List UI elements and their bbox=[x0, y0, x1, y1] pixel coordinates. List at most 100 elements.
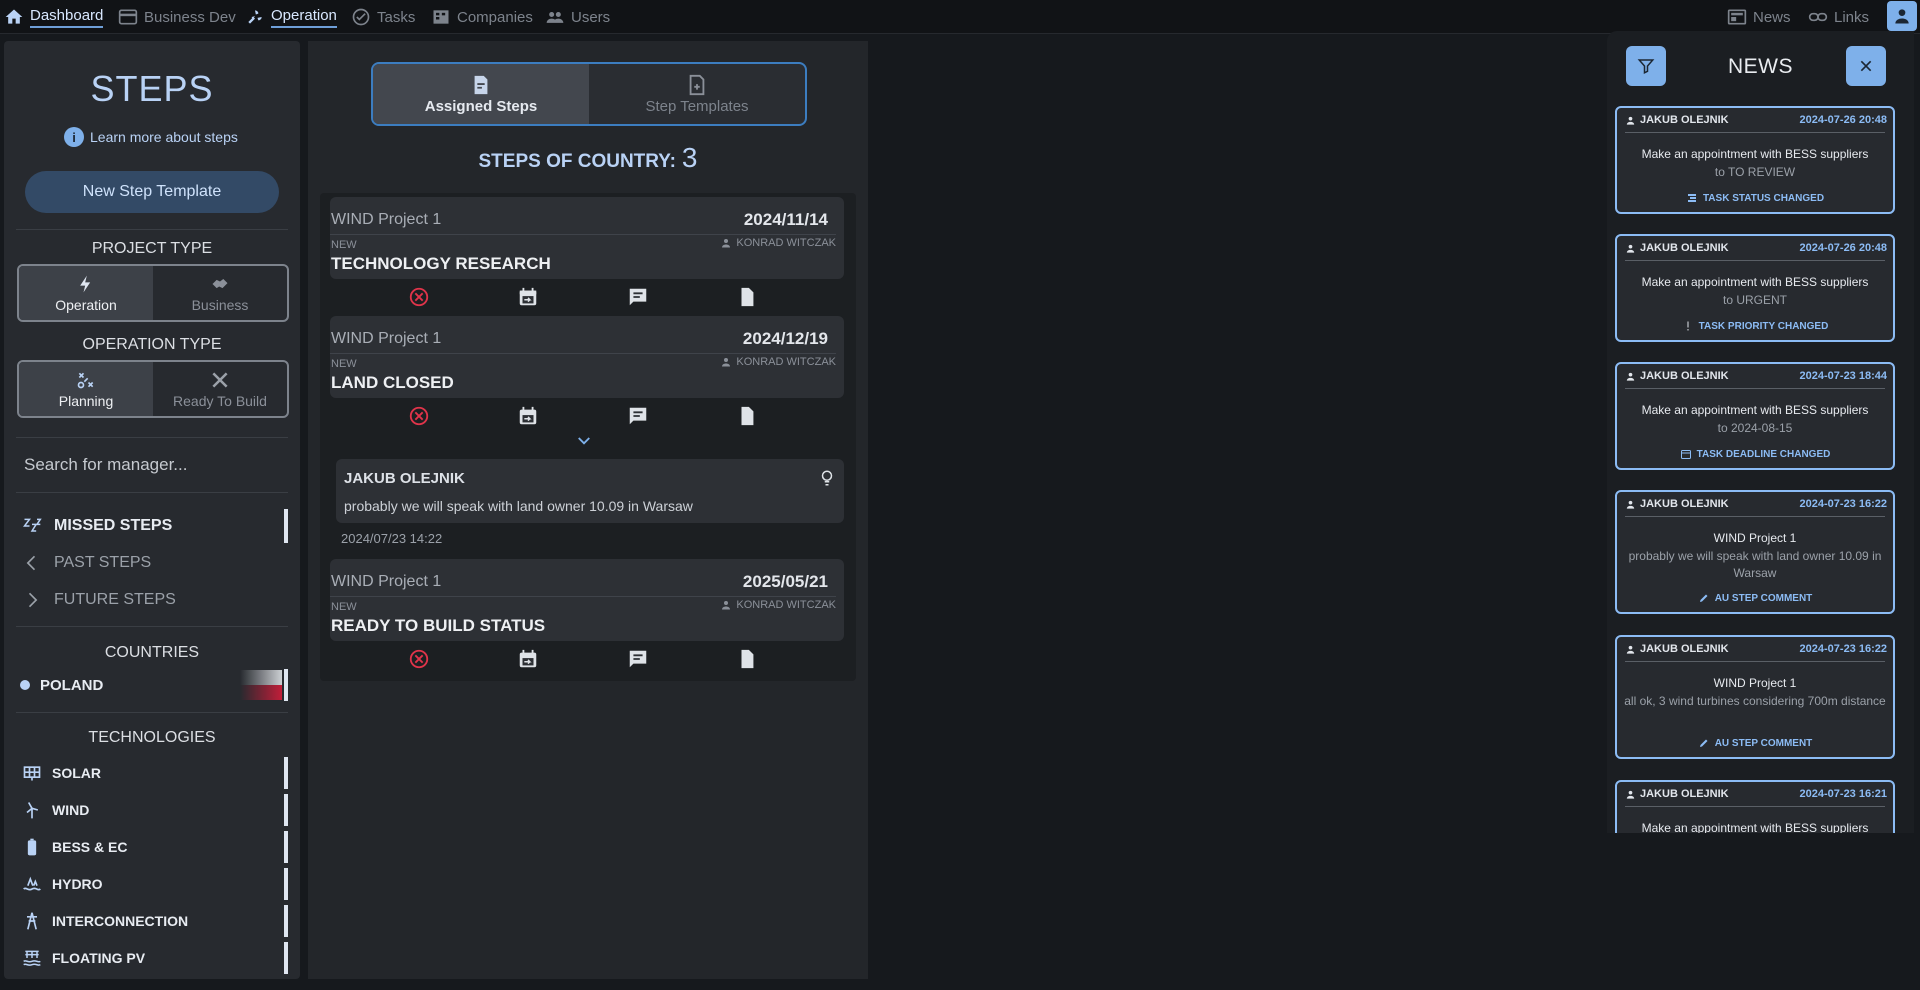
news-item[interactable]: JAKUB OLEJNIK 2024-07-23 16:21 Make an a… bbox=[1615, 780, 1895, 833]
step-date: 2025/05/21 bbox=[742, 572, 828, 591]
project-type-label: PROJECT TYPE bbox=[91, 240, 213, 257]
calendar-icon[interactable] bbox=[517, 286, 539, 308]
nav-tasks[interactable]: Tasks bbox=[351, 0, 415, 34]
news-item[interactable]: JAKUB OLEJNIK 2024-07-26 20:48 Make an a… bbox=[1615, 106, 1895, 214]
operation-type-planning[interactable]: Planning bbox=[19, 362, 153, 416]
handshake-icon bbox=[212, 278, 228, 288]
steps-tabs: Assigned Steps Step Templates bbox=[371, 62, 807, 126]
newspaper-icon bbox=[1727, 9, 1747, 25]
step-card[interactable]: WIND Project 1 2025/05/21 NEW KONRAD WIT… bbox=[330, 559, 844, 641]
tech-hydro[interactable]: HYDRO bbox=[22, 868, 288, 900]
person-icon bbox=[1626, 116, 1635, 125]
news-time: 2024-07-23 16:22 bbox=[1799, 643, 1887, 655]
nav-operation[interactable]: Operation bbox=[245, 0, 337, 34]
person-icon bbox=[1626, 645, 1635, 654]
filter-future-steps[interactable]: FUTURE STEPS bbox=[22, 585, 288, 615]
divider bbox=[16, 437, 288, 438]
comment-text: probably we will speak with land owner 1… bbox=[344, 498, 693, 514]
step-actions bbox=[330, 401, 844, 431]
step-owner: KONRAD WITCZAK bbox=[720, 599, 836, 611]
nav-companies[interactable]: Companies bbox=[431, 0, 533, 34]
steps-sidebar: STEPS i Learn more about steps New Step … bbox=[4, 41, 300, 979]
news-time: 2024-07-23 16:22 bbox=[1799, 498, 1887, 510]
step-card[interactable]: WIND Project 1 2024/11/14 NEW KONRAD WIT… bbox=[330, 197, 844, 279]
close-icon bbox=[1860, 60, 1872, 72]
news-item[interactable]: JAKUB OLEJNIK 2024-07-23 18:44 Make an a… bbox=[1615, 362, 1895, 470]
tech-floating-pv[interactable]: FLOATING PV bbox=[22, 942, 288, 974]
step-card[interactable]: WIND Project 1 2024/12/19 NEW KONRAD WIT… bbox=[330, 316, 844, 398]
project-type-business[interactable]: Business bbox=[153, 266, 287, 320]
news-item[interactable]: JAKUB OLEJNIK 2024-07-23 16:22 WIND Proj… bbox=[1615, 635, 1895, 759]
news-message: Make an appointment with BESS suppliers bbox=[1641, 403, 1869, 417]
card-icon bbox=[118, 9, 138, 25]
tab-step-templates[interactable]: Step Templates bbox=[589, 64, 805, 124]
document-icon[interactable] bbox=[736, 405, 758, 427]
step-project: WIND Project 1 bbox=[331, 573, 442, 590]
step-actions bbox=[330, 282, 844, 312]
building-icon bbox=[433, 10, 449, 24]
person-icon bbox=[722, 239, 731, 248]
nav-news[interactable]: News bbox=[1727, 0, 1791, 34]
news-kind: TASK DEADLINE CHANGED bbox=[1617, 448, 1893, 460]
comment-icon[interactable] bbox=[627, 286, 649, 308]
step-comment: JAKUB OLEJNIK probably we will speak wit… bbox=[336, 459, 844, 523]
comment-icon[interactable] bbox=[627, 405, 649, 427]
info-icon: i bbox=[64, 127, 84, 147]
tab-assigned-steps[interactable]: Assigned Steps bbox=[373, 64, 589, 124]
new-step-template-button[interactable]: New Step Template bbox=[25, 171, 279, 213]
tech-bess[interactable]: BESS & EC bbox=[22, 831, 288, 863]
news-time: 2024-07-23 18:44 bbox=[1799, 370, 1887, 382]
person-icon bbox=[1626, 500, 1635, 509]
person-icon bbox=[1626, 790, 1635, 799]
technologies-label: TECHNOLOGIES bbox=[88, 729, 216, 746]
person-icon bbox=[1626, 244, 1635, 253]
calendar-icon[interactable] bbox=[517, 405, 539, 427]
news-close-button[interactable] bbox=[1846, 46, 1886, 86]
nav-links[interactable]: Links bbox=[1808, 0, 1869, 34]
nav-business-dev[interactable]: Business Dev bbox=[118, 0, 236, 34]
operation-type-ready-to-build[interactable]: Ready To Build bbox=[153, 362, 287, 416]
person-icon bbox=[1895, 9, 1909, 24]
country-poland[interactable]: POLAND bbox=[20, 669, 288, 701]
lightbulb-icon[interactable] bbox=[818, 469, 836, 487]
chevron-down-icon[interactable] bbox=[575, 432, 593, 450]
learn-more-link[interactable]: i Learn more about steps bbox=[64, 127, 238, 147]
delete-icon[interactable] bbox=[408, 405, 430, 427]
selected-indicator bbox=[284, 669, 288, 701]
document-add-icon bbox=[689, 74, 705, 95]
bullet-icon bbox=[20, 680, 30, 690]
news-item[interactable]: JAKUB OLEJNIK 2024-07-26 20:48 Make an a… bbox=[1615, 234, 1895, 342]
tech-wind[interactable]: WIND bbox=[22, 794, 288, 826]
chevron-left-icon bbox=[26, 555, 36, 571]
filter-missed-steps[interactable]: MISSED STEPS bbox=[22, 509, 288, 543]
document-icon[interactable] bbox=[736, 648, 758, 670]
person-icon bbox=[1626, 372, 1635, 381]
edit-icon bbox=[1699, 739, 1708, 747]
delete-icon[interactable] bbox=[408, 286, 430, 308]
nav-users[interactable]: Users bbox=[545, 0, 610, 34]
step-status: NEW bbox=[331, 239, 357, 251]
tech-solar[interactable]: SOLAR bbox=[22, 757, 288, 789]
solar-panel-icon bbox=[23, 766, 41, 781]
manager-search-input[interactable]: Search for manager... bbox=[24, 455, 187, 475]
tech-interconnection[interactable]: INTERCONNECTION bbox=[22, 905, 288, 937]
person-icon bbox=[722, 358, 731, 367]
news-time: 2024-07-23 16:21 bbox=[1799, 788, 1887, 800]
project-type-operation[interactable]: Operation bbox=[19, 266, 153, 320]
comment-icon[interactable] bbox=[627, 648, 649, 670]
news-detail: to 2024-08-15 bbox=[1717, 421, 1793, 435]
nav-dashboard[interactable]: Dashboard bbox=[4, 0, 104, 34]
filter-past-steps[interactable]: PAST STEPS bbox=[22, 548, 288, 578]
user-avatar-button[interactable] bbox=[1887, 1, 1917, 31]
operation-type-label: OPERATION TYPE bbox=[82, 336, 222, 353]
document-icon[interactable] bbox=[736, 286, 758, 308]
step-name: TECHNOLOGY RESEARCH bbox=[331, 254, 551, 273]
news-time: 2024-07-26 20:48 bbox=[1799, 114, 1887, 126]
calendar-icon[interactable] bbox=[517, 648, 539, 670]
delete-icon[interactable] bbox=[408, 648, 430, 670]
users-icon bbox=[546, 12, 564, 23]
step-status: NEW bbox=[331, 358, 357, 370]
news-item[interactable]: JAKUB OLEJNIK 2024-07-23 16:22 WIND Proj… bbox=[1615, 490, 1895, 614]
document-edit-icon bbox=[474, 75, 488, 94]
news-kind: AU STEP COMMENT bbox=[1617, 737, 1893, 749]
